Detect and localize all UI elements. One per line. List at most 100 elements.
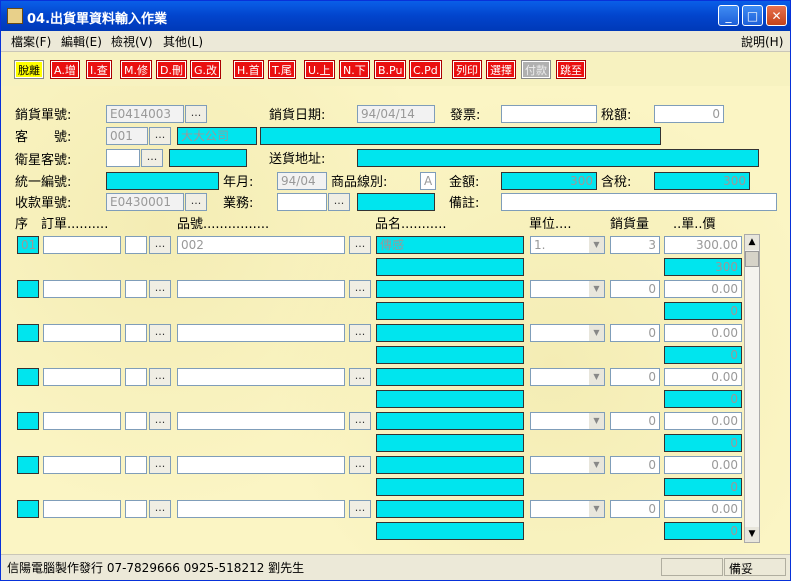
page-up-button[interactable]: B.Pu xyxy=(373,60,407,79)
chevron-down-icon[interactable]: ▼ xyxy=(589,457,604,473)
order-lookup-button[interactable]: ... xyxy=(149,456,171,474)
first-record-button[interactable]: H.首 xyxy=(233,60,264,79)
customer-lookup-button[interactable]: ... xyxy=(149,127,171,145)
item-lookup-button[interactable]: ... xyxy=(349,368,371,386)
chevron-down-icon[interactable]: ▼ xyxy=(589,237,604,253)
product-line-input[interactable]: A xyxy=(420,172,436,190)
jump-button[interactable]: 跳至 xyxy=(556,60,586,79)
order-sub-input[interactable] xyxy=(125,280,147,298)
close-button[interactable]: ✕ xyxy=(766,5,787,26)
chevron-down-icon[interactable]: ▼ xyxy=(589,413,604,429)
detail-scrollbar[interactable]: ▲ ▼ xyxy=(744,234,760,543)
chevron-down-icon[interactable]: ▼ xyxy=(589,325,604,341)
order-input[interactable] xyxy=(43,412,121,430)
order-sub-input[interactable] xyxy=(125,236,147,254)
menu-help[interactable]: 說明(H) xyxy=(741,33,783,50)
item-lookup-button[interactable]: ... xyxy=(349,412,371,430)
item-no-input[interactable] xyxy=(177,456,345,474)
remark-input[interactable] xyxy=(501,193,777,211)
qty-input[interactable]: 0 xyxy=(610,500,660,518)
order-lookup-button[interactable]: ... xyxy=(149,412,171,430)
order-sub-input[interactable] xyxy=(125,324,147,342)
order-lookup-button[interactable]: ... xyxy=(149,236,171,254)
unit-select[interactable]: ▼ xyxy=(530,412,605,430)
order-sub-input[interactable] xyxy=(125,500,147,518)
item-no-input[interactable] xyxy=(177,368,345,386)
satellite-customer-input[interactable] xyxy=(106,149,140,167)
select-button[interactable]: 選擇 xyxy=(486,60,516,79)
satellite-customer-lookup-button[interactable]: ... xyxy=(141,149,163,167)
order-input[interactable] xyxy=(43,456,121,474)
modify-button[interactable]: M.修 xyxy=(120,60,152,79)
scroll-thumb[interactable] xyxy=(745,251,759,267)
qty-input[interactable]: 0 xyxy=(610,412,660,430)
item-lookup-button[interactable]: ... xyxy=(349,500,371,518)
price-input[interactable]: 0.00 xyxy=(664,412,742,430)
delete-button[interactable]: D.刪 xyxy=(156,60,187,79)
price-input[interactable]: 300.00 xyxy=(664,236,742,254)
item-name-field[interactable] xyxy=(376,368,524,386)
item-no-input[interactable] xyxy=(177,324,345,342)
item-lookup-button[interactable]: ... xyxy=(349,280,371,298)
item-lookup-button[interactable]: ... xyxy=(349,236,371,254)
unit-select[interactable]: ▼ xyxy=(530,280,605,298)
last-record-button[interactable]: T.尾 xyxy=(268,60,296,79)
scroll-down-icon[interactable]: ▼ xyxy=(745,527,759,542)
item-name-field[interactable] xyxy=(376,280,524,298)
page-down-button[interactable]: C.Pd xyxy=(409,60,442,79)
order-sub-input[interactable] xyxy=(125,368,147,386)
sales-no-lookup-button[interactable]: ... xyxy=(185,105,207,123)
menu-other[interactable]: 其他(L) xyxy=(163,33,203,50)
qty-input[interactable]: 0 xyxy=(610,280,660,298)
qty-input[interactable]: 3 xyxy=(610,236,660,254)
menu-file[interactable]: 檔案(F) xyxy=(11,33,51,50)
receipt-no-lookup-button[interactable]: ... xyxy=(185,193,207,211)
year-month-input[interactable]: 94/04 xyxy=(277,172,327,190)
item-no-input[interactable] xyxy=(177,280,345,298)
unit-select[interactable]: ▼ xyxy=(530,368,605,386)
unit-select[interactable]: ▼ xyxy=(530,324,605,342)
order-input[interactable] xyxy=(43,236,121,254)
receipt-no-input[interactable]: E0430001 xyxy=(106,193,184,211)
price-input[interactable]: 0.00 xyxy=(664,368,742,386)
qty-input[interactable]: 0 xyxy=(610,324,660,342)
item-name-field[interactable]: 傳感 xyxy=(376,236,524,254)
minimize-button[interactable]: _ xyxy=(718,5,739,26)
order-input[interactable] xyxy=(43,280,121,298)
tax-input[interactable]: 0 xyxy=(654,105,724,123)
prev-record-button[interactable]: U.上 xyxy=(304,60,335,79)
change-button[interactable]: G.改 xyxy=(189,60,222,79)
order-lookup-button[interactable]: ... xyxy=(149,368,171,386)
tax-id-field[interactable] xyxy=(106,172,219,190)
price-input[interactable]: 0.00 xyxy=(664,456,742,474)
next-record-button[interactable]: N.下 xyxy=(339,60,370,79)
item-name-field[interactable] xyxy=(376,412,524,430)
order-lookup-button[interactable]: ... xyxy=(149,500,171,518)
chevron-down-icon[interactable]: ▼ xyxy=(589,369,604,385)
delivery-address-field[interactable] xyxy=(357,149,759,167)
price-input[interactable]: 0.00 xyxy=(664,324,742,342)
item-name-field[interactable] xyxy=(376,456,524,474)
qty-input[interactable]: 0 xyxy=(610,368,660,386)
item-name-field[interactable] xyxy=(376,324,524,342)
price-input[interactable]: 0.00 xyxy=(664,280,742,298)
order-lookup-button[interactable]: ... xyxy=(149,280,171,298)
payment-button[interactable]: 付款 xyxy=(521,60,551,79)
maximize-button[interactable]: □ xyxy=(742,5,763,26)
sales-rep-input[interactable] xyxy=(277,193,327,211)
item-name-field[interactable] xyxy=(376,500,524,518)
order-sub-input[interactable] xyxy=(125,456,147,474)
invoice-input[interactable] xyxy=(501,105,597,123)
query-button[interactable]: I.查 xyxy=(86,60,112,79)
menu-view[interactable]: 檢視(V) xyxy=(111,33,153,50)
price-input[interactable]: 0.00 xyxy=(664,500,742,518)
customer-no-input[interactable]: 001 xyxy=(106,127,148,145)
item-no-input[interactable] xyxy=(177,500,345,518)
unit-select[interactable]: ▼ xyxy=(530,456,605,474)
chevron-down-icon[interactable]: ▼ xyxy=(589,501,604,517)
sales-no-input[interactable]: E0414003 xyxy=(106,105,184,123)
menu-edit[interactable]: 編輯(E) xyxy=(61,33,102,50)
chevron-down-icon[interactable]: ▼ xyxy=(589,281,604,297)
item-lookup-button[interactable]: ... xyxy=(349,324,371,342)
qty-input[interactable]: 0 xyxy=(610,456,660,474)
